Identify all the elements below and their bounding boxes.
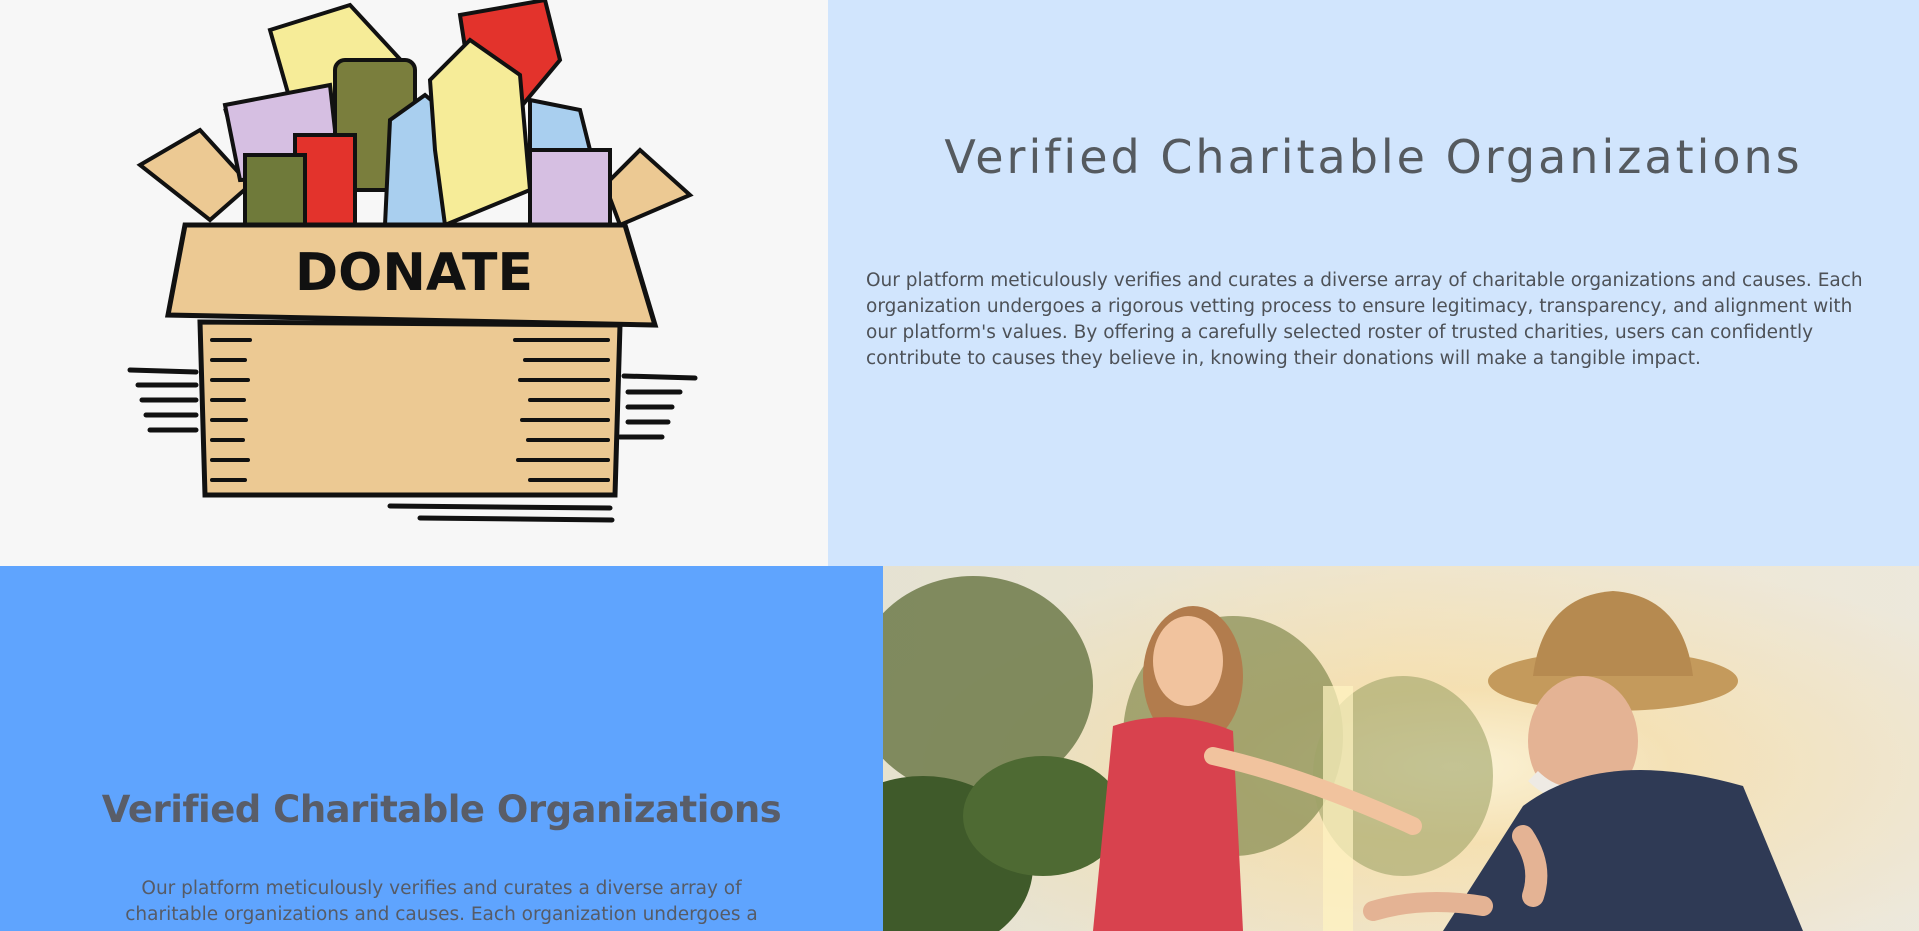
intro-title: Verified Charitable Organizations [944, 130, 1803, 184]
feature-title: Verified Charitable Organizations [101, 788, 782, 831]
feature-description: Our platform meticulously verifies and c… [125, 878, 758, 931]
photo-panel [883, 566, 1919, 931]
intro-panel: Verified Charitable Organizations Our pl… [828, 0, 1919, 566]
girl-and-elderly-man-photo [883, 566, 1919, 931]
feature-panel: Verified Charitable Organizations Our pl… [0, 566, 883, 931]
donate-label: DONATE [295, 243, 533, 303]
donation-box-illustration: DONATE [127, 0, 698, 523]
bottom-row: Verified Charitable Organizations Our pl… [0, 566, 1919, 931]
donate-image-panel: DONATE [0, 0, 828, 566]
intro-description: Our platform meticulously verifies and c… [866, 270, 1863, 369]
top-row: DONATE Verified Charitable Organizations… [0, 0, 1919, 566]
